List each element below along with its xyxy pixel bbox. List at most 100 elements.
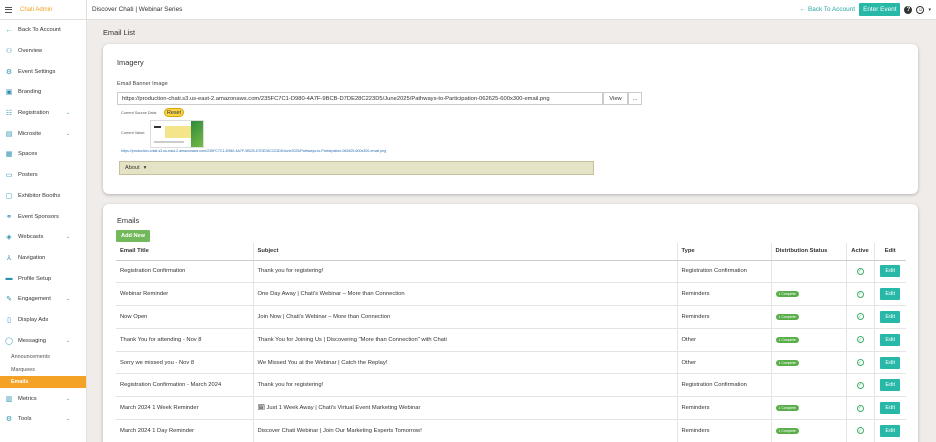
- type-cell: Registration Confirmation: [677, 260, 772, 284]
- sidebar-item-label: Webcasts: [18, 234, 44, 241]
- display-ads-icon: ▯: [7, 316, 11, 324]
- sidebar-item-spaces[interactable]: ▦ Spaces: [0, 144, 86, 165]
- sidebar-item-exhibitor-booths[interactable]: ▢ Exhibitor Booths: [0, 186, 86, 207]
- sidebar-item-messaging[interactable]: ◯ Messaging ⌄: [0, 330, 86, 351]
- distribution-status-cell: 1 Complete: [771, 305, 847, 329]
- current-source-label: Current Source Data:: [121, 111, 157, 115]
- active-cell: ✓: [846, 419, 875, 442]
- user-icon[interactable]: ☺: [916, 5, 925, 14]
- sidebar-item-overview[interactable]: ⚇ Overview: [0, 41, 86, 62]
- table-row: Registration Confirmation - March 2024 Th…: [116, 373, 906, 398]
- sidebar-item-label: Overview: [18, 48, 43, 55]
- col-type[interactable]: Type: [677, 243, 772, 261]
- sidebar-item-event-settings[interactable]: ⚙ Event Settings: [0, 61, 86, 82]
- active-cell: ✓: [846, 396, 875, 421]
- table-row: Thank You for attending - Nov 8 Thank You…: [116, 328, 906, 352]
- sidebar-item-label: Spaces: [18, 151, 38, 158]
- type-cell: Registration Confirmation: [677, 373, 772, 398]
- sidebar-item-tools[interactable]: ⚙ Tools ⌄: [0, 409, 86, 430]
- col-edit: Edit: [874, 243, 906, 261]
- profile-card-icon: ▬: [5, 275, 13, 283]
- subject-cell: Thank you for registering!: [253, 373, 678, 398]
- main-content: Email List Imagery Email Banner Image ht…: [87, 20, 936, 442]
- chat-icon: ◯: [5, 337, 13, 345]
- sidebar-item-event-sponsors[interactable]: ⚭ Event Sponsors: [0, 206, 86, 227]
- chevron-down-icon: ⌄: [65, 110, 70, 117]
- chevron-down-icon[interactable]: ▾: [928, 7, 931, 13]
- image-icon: ▣: [5, 89, 13, 97]
- booth-icon: ▢: [5, 192, 13, 200]
- sidebar-item-profile-setup[interactable]: ▬ Profile Setup: [0, 268, 86, 289]
- edit-cell: Edit: [874, 419, 906, 442]
- edit-button[interactable]: Edit: [880, 288, 901, 301]
- hamburger-menu-icon[interactable]: [5, 6, 12, 13]
- status-badge: 1 Complete: [775, 313, 799, 320]
- edit-cell: Edit: [874, 260, 906, 284]
- col-email-title[interactable]: Email Title: [116, 243, 254, 261]
- table-row: March 2024 1 Day Reminder Discover Chati …: [116, 419, 906, 442]
- sidebar-item-label: Back To Account: [18, 27, 61, 34]
- about-dropdown[interactable]: About ▾: [119, 161, 594, 175]
- col-subject[interactable]: Subject: [253, 243, 678, 261]
- sidebar-item-display-ads[interactable]: ▯ Display Ads: [0, 310, 86, 331]
- sidebar-item-navigation[interactable]: ⅄ Navigation: [0, 248, 86, 269]
- col-distribution-status[interactable]: Distribution Status: [771, 243, 847, 261]
- view-button[interactable]: View: [603, 92, 628, 105]
- table-row: Sorry we missed you - Nov 8 We Missed You…: [116, 351, 906, 375]
- edit-button[interactable]: Edit: [880, 424, 901, 437]
- emails-title: Emails: [117, 216, 140, 225]
- enter-event-button[interactable]: Enter Event: [859, 3, 901, 16]
- sidebar-item-label: Navigation: [18, 254, 46, 261]
- edit-button[interactable]: Edit: [880, 265, 901, 278]
- sidebar-item-metrics[interactable]: ▥ Metrics ⌄: [0, 388, 86, 409]
- subject-cell: Join Now | Chati's Webinar – More than C…: [253, 305, 678, 329]
- banner-url-link[interactable]: https://production-chati.s3.us-east-2.am…: [121, 149, 386, 153]
- banner-url-input[interactable]: https://production-chati.s3.us-east-2.am…: [117, 92, 603, 105]
- type-cell: Reminders: [677, 396, 772, 421]
- browse-button[interactable]: ...: [628, 92, 642, 105]
- edit-cell: Edit: [874, 305, 906, 329]
- add-new-button[interactable]: Add New: [116, 230, 150, 242]
- sidebar-subitem-marquees[interactable]: Marquees: [0, 363, 86, 375]
- sidebar-item-posters[interactable]: ▭ Posters: [0, 165, 86, 186]
- email-title-cell: Webinar Reminder: [116, 282, 254, 307]
- type-cell: Reminders: [677, 419, 772, 442]
- table-row: Now Open Join Now | Chati's Webinar – Mor…: [116, 305, 906, 329]
- sidebar-item-label: Event Settings: [18, 68, 56, 75]
- sidebar-item-branding[interactable]: ▣ Branding: [0, 82, 86, 103]
- chevron-down-icon: ⌄: [65, 234, 70, 241]
- sidebar-item-label: Exhibitor Booths: [18, 192, 61, 199]
- page-title: Email List: [103, 28, 136, 37]
- grid-icon: ▦: [5, 151, 13, 159]
- sidebar-item-label: Registration: [18, 110, 49, 117]
- reset-button[interactable]: Reset: [164, 108, 184, 117]
- table-row: Webinar Reminder One Day Away | Chati's W…: [116, 282, 906, 307]
- help-icon[interactable]: ?: [904, 5, 913, 14]
- check-circle-icon: ✓: [856, 427, 864, 435]
- distribution-status-cell: 1 Complete: [771, 396, 847, 421]
- edit-button[interactable]: Edit: [880, 379, 901, 392]
- sidebar-item-back-to-account[interactable]: ← Back To Account: [0, 20, 86, 41]
- type-cell: Reminders: [677, 282, 772, 307]
- col-active[interactable]: Active: [846, 243, 875, 261]
- check-circle-icon: ✓: [856, 336, 864, 344]
- edit-button[interactable]: Edit: [880, 356, 901, 369]
- distribution-status-cell: 1 Complete: [771, 328, 847, 352]
- sidebar-item-microsite[interactable]: ▤ Microsite ⌄: [0, 123, 86, 144]
- status-badge: 1 Complete: [775, 427, 799, 434]
- distribution-status-cell: [771, 373, 847, 398]
- imagery-card: Imagery Email Banner Image https://produ…: [103, 44, 918, 194]
- edit-button[interactable]: Edit: [880, 310, 901, 323]
- sidebar-subitem-emails[interactable]: Emails: [0, 375, 86, 389]
- back-to-account-link[interactable]: ← Back To Account: [800, 6, 856, 13]
- sidebar-item-registration[interactable]: ☷ Registration ⌄: [0, 103, 86, 124]
- top-right-actions: ← Back To Account Enter Event ? ☺ ▾: [800, 3, 936, 16]
- distribution-status-cell: [771, 260, 847, 284]
- edit-button[interactable]: Edit: [880, 333, 901, 346]
- sidebar-item-webcasts[interactable]: ◈ Webcasts ⌄: [0, 227, 86, 248]
- table-row: March 2024 1 Week Reminder 🗓 Just 1 Week …: [116, 396, 906, 421]
- sidebar-item-engagement[interactable]: ✎ Engagement ⌄: [0, 289, 86, 310]
- email-title-cell: Now Open: [116, 305, 254, 329]
- sidebar-subitem-announcements[interactable]: Announcements: [0, 351, 86, 363]
- edit-button[interactable]: Edit: [880, 402, 901, 415]
